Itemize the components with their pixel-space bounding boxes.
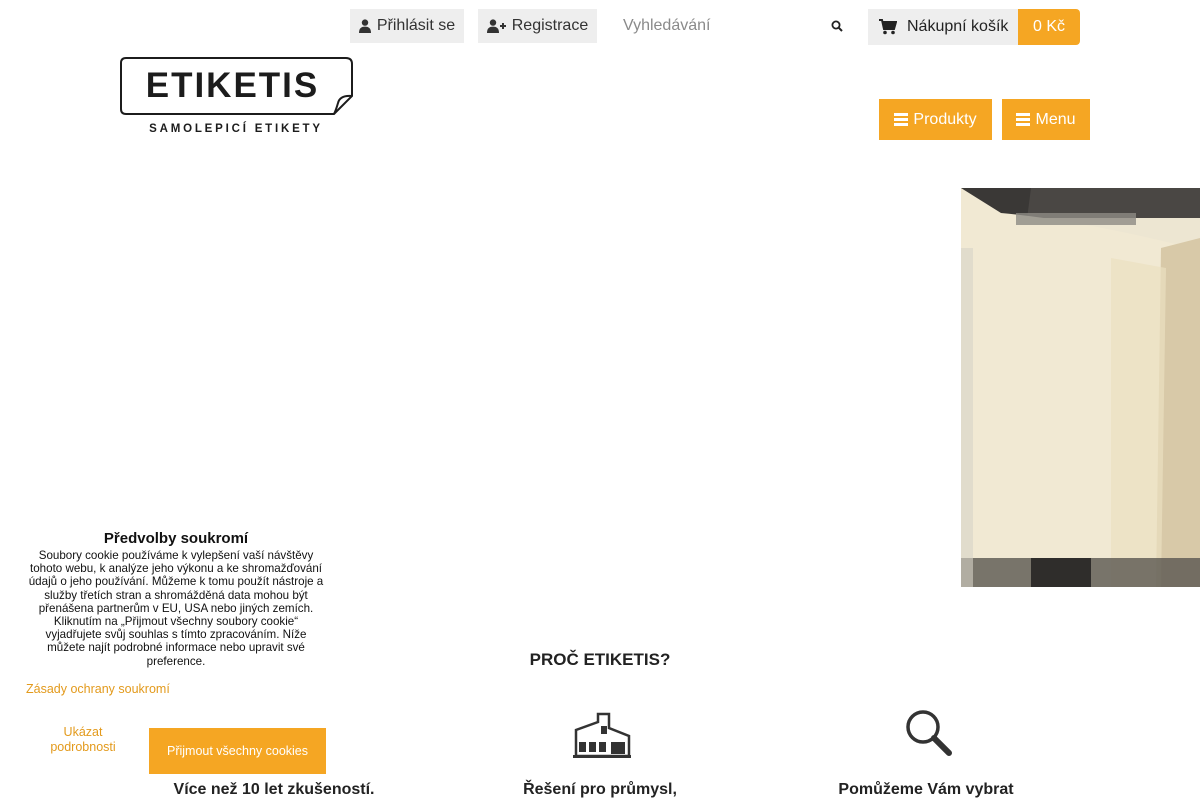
logo-name: ETIKETIS — [145, 66, 320, 105]
products-menu-button[interactable]: Produkty — [879, 99, 992, 140]
cart-button[interactable]: Nákupní košík 0 Kč — [868, 9, 1080, 45]
show-details-button[interactable]: Ukázat podrobnosti — [32, 725, 134, 755]
cart-total[interactable]: 0 Kč — [1018, 9, 1080, 45]
hero-image — [961, 188, 1200, 587]
products-label: Produkty — [913, 110, 977, 128]
logo-tagline: SAMOLEPICÍ ETIKETY — [149, 123, 323, 135]
search-input[interactable] — [612, 9, 812, 43]
login-label: Přihlásit se — [376, 17, 456, 34]
user-plus-icon — [486, 19, 506, 33]
main-menu-button[interactable]: Menu — [1002, 99, 1090, 140]
search-button[interactable] — [824, 9, 850, 43]
cart-icon — [879, 19, 897, 35]
search-box — [612, 9, 858, 43]
top-bar: Přihlásit se Registrace Nákupní — [0, 9, 1200, 45]
register-button[interactable]: Registrace — [478, 9, 597, 43]
magnifier-icon — [906, 710, 952, 756]
privacy-policy-link[interactable]: Zásady ochrany soukromí — [26, 682, 170, 696]
cart-label: Nákupní košík — [907, 18, 1009, 35]
cookie-consent-panel: Předvolby soukromí Soubory cookie použív… — [26, 530, 326, 780]
feature-text-help: Pomůžeme Vám vybrat — [838, 781, 1014, 798]
cart-label-area[interactable]: Nákupní košík — [868, 9, 1018, 45]
hero-photo — [961, 188, 1200, 587]
bars-icon — [1016, 113, 1031, 126]
factory-icon — [573, 712, 631, 758]
site-logo[interactable]: ETIKETIS SAMOLEPICÍ ETIKETY — [120, 57, 354, 137]
cookie-text: Soubory cookie používáme k vylepšení vaš… — [28, 549, 324, 668]
login-button[interactable]: Přihlásit se — [350, 9, 464, 43]
search-icon — [831, 20, 843, 32]
menu-label: Menu — [1035, 110, 1076, 128]
user-icon — [358, 19, 371, 33]
bars-icon — [894, 113, 909, 126]
cookie-title: Předvolby soukromí — [103, 530, 249, 547]
feature-text-experience: Více než 10 let zkušeností. — [173, 781, 375, 798]
register-label: Registrace — [511, 17, 589, 34]
feature-text-industry: Řešení pro průmysl, — [523, 781, 677, 798]
accept-all-cookies-button[interactable]: Přijmout všechny cookies — [149, 728, 326, 774]
